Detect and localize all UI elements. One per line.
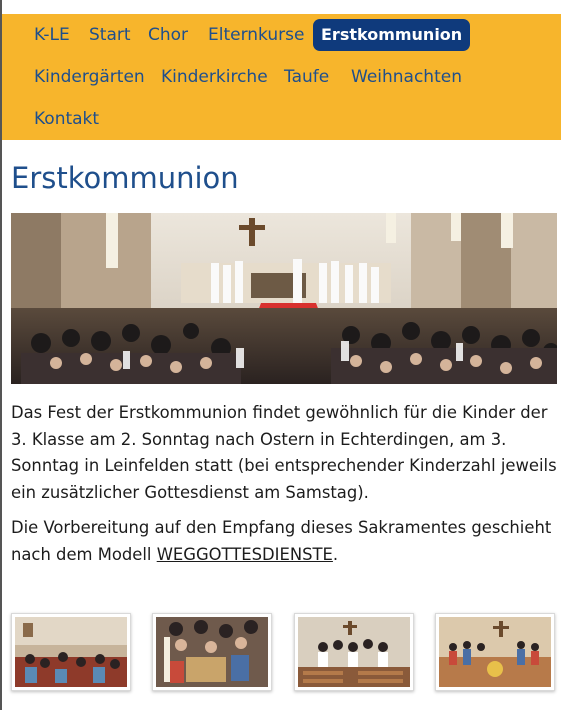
thumbnail-1[interactable] [11, 613, 131, 691]
preparation-end: . [332, 544, 339, 564]
group-in-church-photo [298, 617, 410, 687]
nav-item-weihnachten[interactable]: Weihnachten [343, 61, 470, 93]
nav-item-start[interactable]: Start [81, 19, 139, 51]
thumbnail-4[interactable] [435, 613, 555, 691]
church-interior-photo [11, 213, 557, 384]
page-title: Erstkommunion [11, 161, 239, 195]
nav-item-chor[interactable]: Chor [140, 19, 196, 51]
thumbnail-3[interactable] [294, 613, 414, 691]
nav-item-kontakt[interactable]: Kontakt [26, 103, 107, 135]
children-in-church-photo [15, 617, 127, 687]
thumbnail-2[interactable] [152, 613, 272, 691]
nav-item-k-le[interactable]: K-LE [26, 19, 78, 51]
hero-image[interactable] [11, 213, 557, 384]
nav-item-erstkommunion[interactable]: Erstkommunion [313, 19, 471, 51]
preparation-paragraph: Die Vorbereitung auf den Empfang dieses … [11, 515, 563, 568]
nav-item-kinderkirche[interactable]: Kinderkirche [153, 61, 276, 93]
intro-paragraph: Das Fest der Erstkommunion findet gewöhn… [11, 400, 563, 506]
weggottesdienste-link[interactable]: WEGGOTTESDIENSTE [157, 545, 333, 564]
nav-item-elternkurse[interactable]: Elternkurse [200, 19, 312, 51]
children-with-candle-photo [156, 617, 268, 687]
nav-item-taufe[interactable]: Taufe [276, 61, 337, 93]
children-at-altar-photo [439, 617, 551, 687]
nav-item-kindergaerten[interactable]: Kindergärten [26, 61, 153, 93]
main-navigation: K-LE Start Chor Elternkurse Erstkommunio… [2, 14, 561, 140]
intro-text: Das Fest der Erstkommunion findet gewöhn… [11, 403, 557, 502]
